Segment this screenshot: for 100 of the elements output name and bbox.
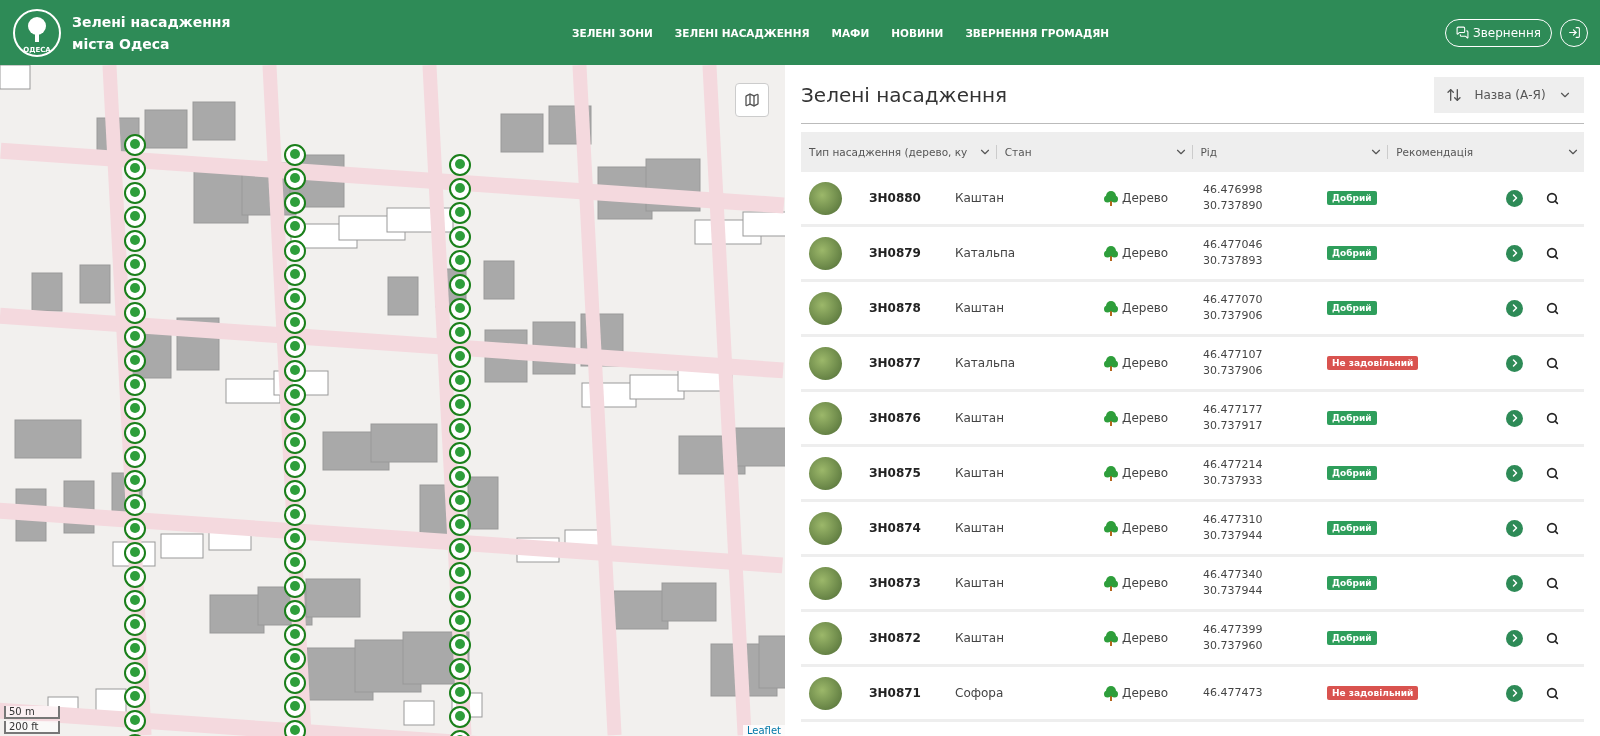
tree-id: ЗН0878 [869, 301, 922, 315]
plant-type: Дерево [1122, 466, 1169, 480]
species-name: Каштан [955, 521, 1006, 535]
coordinates: 46.477340 30.737944 [1203, 567, 1264, 599]
species-name: Катальпа [955, 246, 1017, 260]
tree-icon [1103, 355, 1119, 371]
open-button[interactable] [1506, 684, 1523, 702]
filter-dropdown[interactable]: Рід [1192, 145, 1389, 159]
search-icon [1546, 356, 1559, 370]
open-button[interactable] [1506, 464, 1523, 482]
species-name: Софора [955, 686, 1005, 700]
list-row[interactable]: ЗН0873 Каштан Дерево 46.477340 30.737944 Добрий [801, 557, 1584, 612]
layers-button[interactable] [735, 83, 769, 117]
search-icon [1546, 301, 1559, 315]
login-icon [1567, 26, 1581, 39]
list-row[interactable]: ЗН0879 Катальпа Дерево 46.477046 30.737893 Добрий [801, 227, 1584, 282]
status-badge: Добрий [1327, 191, 1377, 205]
tree-icon [1103, 575, 1119, 591]
nav-link[interactable]: ЗЕЛЕНІ НАСАДЖЕННЯ [674, 26, 810, 39]
coordinates: 46.477107 30.737906 [1203, 347, 1264, 379]
search-icon [1546, 466, 1559, 480]
photo-placeholder [809, 346, 842, 380]
search-icon [1546, 411, 1559, 425]
nav-link[interactable]: ЗЕЛЕНІ ЗОНИ [572, 26, 653, 39]
species-name: Каштан [955, 576, 1006, 590]
species-name: Каштан [955, 466, 1006, 480]
open-button[interactable] [1506, 354, 1523, 372]
open-button[interactable] [1506, 244, 1523, 262]
panel-title: Зелені насадження [801, 83, 1008, 107]
search-icon [1546, 246, 1559, 260]
scale-bar: 50 m [4, 706, 60, 719]
status-badge: Добрий [1327, 576, 1377, 590]
list-row[interactable]: ЗН0875 Каштан Дерево 46.477214 30.737933 Добрий [801, 447, 1584, 502]
sort-icon [1446, 87, 1462, 103]
nav-link[interactable]: НОВИНИ [891, 26, 944, 39]
status-badge: Добрий [1327, 521, 1377, 535]
tree-id: ЗН0871 [869, 686, 922, 700]
plant-type: Дерево [1122, 246, 1169, 260]
nav-link[interactable]: ЗВЕРНЕННЯ ГРОМАДЯН [965, 26, 1110, 39]
list-row[interactable]: ЗН0874 Каштан Дерево 46.477310 30.737944 Добрий [801, 502, 1584, 557]
status-badge: Добрий [1327, 301, 1377, 315]
species-name: Каштан [955, 301, 1006, 315]
list-row[interactable]: ЗН0877 Катальпа Дерево 46.477107 30.737906 Не задовільний [801, 337, 1584, 392]
photo-placeholder [809, 456, 842, 490]
status-badge: Добрий [1327, 246, 1377, 260]
tree-id: ЗН0879 [869, 246, 922, 260]
coordinates: 46.477214 30.737933 [1203, 457, 1264, 489]
photo-placeholder [809, 511, 842, 545]
status-badge: Не задовільний [1327, 686, 1419, 700]
map-icon [744, 92, 760, 108]
species-name: Каштан [955, 191, 1006, 205]
photo-placeholder [809, 621, 842, 655]
photo-placeholder [809, 676, 842, 710]
tree-icon [1103, 630, 1119, 646]
tree-id: ЗН0877 [869, 356, 922, 370]
filter-dropdown[interactable]: Рекомендація [1388, 145, 1584, 159]
plant-type: Дерево [1122, 411, 1169, 425]
photo-placeholder [809, 181, 842, 215]
open-button[interactable] [1506, 519, 1523, 537]
coordinates: 46.477070 30.737906 [1203, 292, 1264, 324]
attribution-link[interactable]: Leaflet [742, 725, 785, 736]
filter-dropdown[interactable]: Тип насадження (дерево, ку [801, 145, 997, 159]
coordinates: 46.477177 30.737917 [1203, 402, 1264, 434]
status-badge: Добрий [1327, 411, 1377, 425]
tree-id: ЗН0874 [869, 521, 922, 535]
sort-dropdown[interactable]: Назва (А-Я) [1434, 77, 1584, 113]
species-name: Каштан [955, 411, 1006, 425]
plant-type: Дерево [1122, 301, 1169, 315]
list-row[interactable]: ЗН0872 Каштан Дерево 46.477399 30.737960 Добрий [801, 612, 1584, 667]
photo-placeholder [809, 566, 842, 600]
list-row[interactable]: ЗН0876 Каштан Дерево 46.477177 30.737917 Добрий [801, 392, 1584, 447]
search-icon [1546, 631, 1559, 645]
list-row[interactable]: ЗН0871 Софора Дерево 46.477473 Не задовільний [801, 667, 1584, 722]
coordinates: 46.477310 30.737944 [1203, 512, 1264, 544]
nav-link[interactable]: МАФИ [831, 26, 870, 39]
coordinates: 46.477046 30.737893 [1203, 237, 1264, 269]
site-title: Зелені насадження міста Одеса [72, 12, 231, 54]
filter-dropdown[interactable]: Стан [996, 145, 1193, 159]
open-button[interactable] [1506, 629, 1523, 647]
tree-id: ЗН0876 [869, 411, 922, 425]
tree-id: ЗН0880 [869, 191, 922, 205]
plant-type: Дерево [1122, 576, 1169, 590]
plant-type: Дерево [1122, 686, 1169, 700]
plant-type: Дерево [1122, 356, 1169, 370]
open-button[interactable] [1506, 189, 1523, 207]
open-button[interactable] [1506, 299, 1523, 317]
tree-icon [1103, 685, 1119, 701]
search-icon [1546, 191, 1559, 205]
status-badge: Добрий [1327, 466, 1377, 480]
list-row[interactable]: ЗН0878 Каштан Дерево 46.477070 30.737906 Добрий [801, 282, 1584, 337]
tree-id: ЗН0873 [869, 576, 922, 590]
tree-icon [1103, 245, 1119, 261]
tree-id: ЗН0872 [869, 631, 922, 645]
open-button[interactable] [1506, 574, 1523, 592]
list-row[interactable]: ЗН0880 Каштан Дерево 46.476998 30.737890 Добрий [801, 172, 1584, 227]
open-button[interactable] [1506, 409, 1523, 427]
plant-type: Дерево [1122, 631, 1169, 645]
search-icon [1546, 576, 1559, 590]
coordinates: 46.477399 30.737960 [1203, 622, 1264, 654]
status-badge: Добрий [1327, 631, 1377, 645]
